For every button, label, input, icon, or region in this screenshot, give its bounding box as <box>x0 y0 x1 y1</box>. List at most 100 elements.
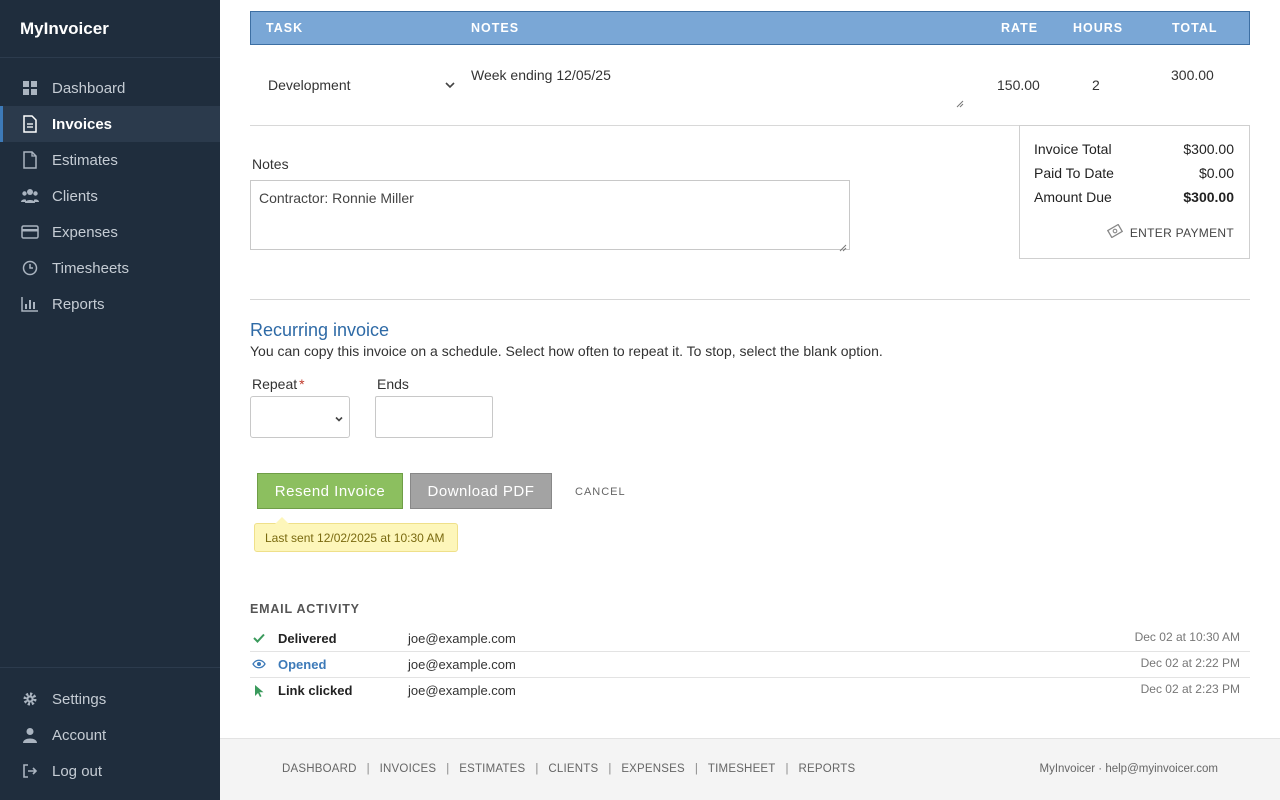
sidebar-item-settings[interactable]: Settings <box>0 681 220 717</box>
line-notes-input[interactable]: Week ending 12/05/25 <box>470 67 964 108</box>
resend-invoice-button[interactable]: Resend Invoice <box>257 473 403 509</box>
task-select-value: Development <box>268 77 351 93</box>
paid-to-date-label: Paid To Date <box>1034 165 1114 181</box>
list-item: Link clicked joe@example.com Dec 02 at 2… <box>250 678 1250 704</box>
download-pdf-button[interactable]: Download PDF <box>410 473 552 509</box>
notes-textarea[interactable]: Contractor: Ronnie Miller <box>250 180 850 252</box>
credit-card-icon <box>20 222 40 242</box>
header-total: TOTAL <box>1172 21 1218 35</box>
paid-to-date-value: $0.00 <box>1198 165 1234 181</box>
footer: DASHBOARD | INVOICES | ESTIMATES | CLIEN… <box>220 738 1280 800</box>
amount-due-line: Amount Due $300.00 <box>1034 189 1234 205</box>
sidebar-item-logout[interactable]: Log out <box>0 753 220 789</box>
sidebar-item-label: Dashboard <box>52 79 126 97</box>
ends-label: Ends <box>377 376 409 392</box>
sidebar-item-clients[interactable]: Clients <box>0 178 220 214</box>
footer-link-dashboard[interactable]: DASHBOARD <box>282 763 357 775</box>
footer-link-clients[interactable]: CLIENTS <box>548 763 598 775</box>
footer-link-expenses[interactable]: EXPENSES <box>621 763 685 775</box>
clock-icon <box>20 258 40 278</box>
footer-separator: | <box>785 763 789 775</box>
chevron-down-icon <box>333 412 345 430</box>
notes-textarea-value: Contractor: Ronnie Miller <box>259 190 414 206</box>
eye-icon <box>252 657 266 671</box>
logout-icon <box>20 761 40 781</box>
sidebar-item-expenses[interactable]: Expenses <box>0 214 220 250</box>
resize-handle-icon[interactable] <box>956 95 964 108</box>
rate-input[interactable]: 150.00 <box>997 77 1040 93</box>
repeat-label: Repeat * <box>252 376 305 392</box>
sidebar-item-label: Timesheets <box>52 259 129 277</box>
activity-time: Dec 02 at 10:30 AM <box>1134 630 1240 644</box>
cancel-button[interactable]: CANCEL <box>575 486 626 498</box>
footer-separator: | <box>535 763 539 775</box>
sidebar-item-label: Reports <box>52 295 105 313</box>
email-activity-title: EMAIL ACTIVITY <box>250 602 360 616</box>
sidebar-item-reports[interactable]: Reports <box>0 286 220 322</box>
sidebar-item-dashboard[interactable]: Dashboard <box>0 70 220 106</box>
money-icon <box>1106 223 1123 241</box>
resize-handle-icon[interactable] <box>839 239 847 252</box>
amount-due-label: Amount Due <box>1034 189 1112 205</box>
footer-links: DASHBOARD | INVOICES | ESTIMATES | CLIEN… <box>282 763 855 775</box>
sidebar-item-estimates[interactable]: Estimates <box>0 142 220 178</box>
header-hours: HOURS <box>1073 21 1124 35</box>
dashboard-icon <box>20 78 40 98</box>
activity-status: Delivered <box>278 631 337 646</box>
sidebar-item-label: Invoices <box>52 115 113 133</box>
list-item: Delivered joe@example.com Dec 02 at 10:3… <box>250 626 1250 652</box>
ends-date-input[interactable] <box>375 396 493 438</box>
footer-contact[interactable]: MyInvoicer · help@myinvoicer.com <box>1040 763 1218 775</box>
activity-email: joe@example.com <box>408 657 516 672</box>
activity-email: joe@example.com <box>408 683 516 698</box>
sidebar-item-label: Account <box>52 726 107 744</box>
recurring-title: Recurring invoice <box>250 320 390 340</box>
header-task: TASK <box>266 21 304 35</box>
sidebar-item-label: Log out <box>52 762 103 780</box>
activity-time: Dec 02 at 2:22 PM <box>1140 656 1240 670</box>
sidebar-item-label: Settings <box>52 690 107 708</box>
activity-status[interactable]: Opened <box>278 657 326 672</box>
file-icon <box>20 150 40 170</box>
footer-separator: | <box>446 763 450 775</box>
check-icon <box>252 631 266 645</box>
sidebar-item-label: Expenses <box>52 223 118 241</box>
invoice-total-line: Invoice Total $300.00 <box>1034 141 1234 157</box>
task-select[interactable]: Development <box>258 67 458 103</box>
enter-payment-button[interactable]: ENTER PAYMENT <box>1106 223 1234 241</box>
chevron-down-icon <box>444 78 456 94</box>
required-mark: * <box>299 376 305 392</box>
footer-link-timesheet[interactable]: TIMESHEET <box>708 763 776 775</box>
header-notes: NOTES <box>471 21 520 35</box>
sidebar-item-label: Estimates <box>52 151 118 169</box>
header-rate: RATE <box>1001 21 1039 35</box>
footer-link-estimates[interactable]: ESTIMATES <box>459 763 525 775</box>
hours-input[interactable]: 2 <box>1092 77 1100 93</box>
sidebar-item-timesheets[interactable]: Timesheets <box>0 250 220 286</box>
invoice-total-label: Invoice Total <box>1034 141 1112 157</box>
notes-label: Notes <box>252 156 289 172</box>
table-row: Development Week ending 12/05/25 150.00 … <box>250 45 1250 126</box>
bar-chart-icon <box>20 294 40 314</box>
users-icon <box>20 186 40 206</box>
repeat-select[interactable] <box>250 396 350 438</box>
sidebar-bottom-nav: Settings Account Log out <box>0 667 220 789</box>
sidebar-nav: Dashboard Invoices Estimates Clients Exp… <box>0 70 220 322</box>
list-item: Opened joe@example.com Dec 02 at 2:22 PM <box>250 652 1250 678</box>
sidebar-item-invoices[interactable]: Invoices <box>0 106 220 142</box>
sidebar-item-label: Clients <box>52 187 98 205</box>
brand-logo[interactable]: MyInvoicer <box>0 0 220 58</box>
sidebar-item-account[interactable]: Account <box>0 717 220 753</box>
footer-separator: | <box>608 763 612 775</box>
footer-link-reports[interactable]: REPORTS <box>799 763 856 775</box>
totals-box: Invoice Total $300.00 Paid To Date $0.00… <box>1019 125 1250 259</box>
gear-icon <box>20 689 40 709</box>
user-icon <box>20 725 40 745</box>
footer-link-invoices[interactable]: INVOICES <box>380 763 437 775</box>
document-icon <box>20 114 40 134</box>
recurring-description: You can copy this invoice on a schedule.… <box>250 343 883 359</box>
main-area: TASK NOTES RATE HOURS TOTAL Development … <box>220 0 1280 800</box>
paid-to-date-line: Paid To Date $0.00 <box>1034 165 1234 181</box>
line-items-header: TASK NOTES RATE HOURS TOTAL <box>250 11 1250 45</box>
footer-separator: | <box>694 763 698 775</box>
